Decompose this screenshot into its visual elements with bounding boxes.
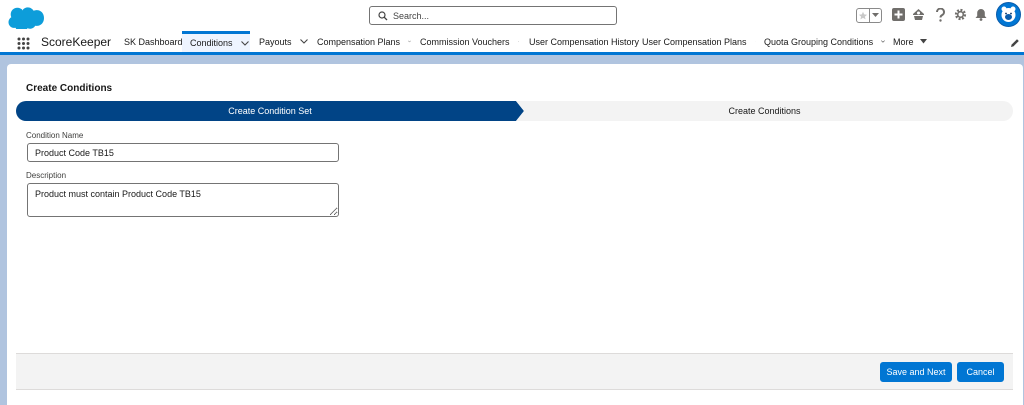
condition-name-label: Condition Name (26, 131, 84, 140)
nav-item-label: User Compensation History (529, 36, 640, 47)
nav-item-label: SK Dashboard (124, 36, 183, 47)
chevron-down-icon[interactable] (240, 40, 249, 46)
global-header (0, 0, 1024, 31)
favorites-button-group (856, 8, 882, 23)
nav-item-commission-vouchers[interactable]: Commission Vouchers (411, 31, 519, 52)
add-icon[interactable] (892, 8, 905, 21)
chevron-down-icon[interactable] (299, 39, 308, 44)
app-launcher-icon[interactable] (17, 37, 30, 50)
form-footer: Save and Next Cancel (16, 353, 1013, 390)
nav-item-payouts[interactable]: Payouts (250, 31, 308, 52)
nav-item-label: More (893, 36, 914, 47)
app-nav-bar: ScoreKeeper SK Dashboard Conditions Payo… (0, 31, 1024, 55)
condition-name-input[interactable] (27, 143, 339, 162)
path-step-label: Create Conditions (728, 106, 801, 116)
salesforce-logo[interactable] (8, 5, 44, 29)
create-conditions-card: Create Conditions Create Condition Set C… (7, 64, 1023, 405)
nav-item-conditions[interactable]: Conditions (182, 31, 250, 52)
path-step-label: Create Condition Set (228, 106, 312, 116)
global-search[interactable] (369, 6, 617, 25)
nav-item-label: Conditions (190, 38, 233, 48)
nav-item-user-compensation-plans[interactable]: User Compensation Plans (634, 31, 755, 52)
nav-item-compensation-plans[interactable]: Compensation Plans (308, 31, 411, 52)
star-icon[interactable] (857, 9, 871, 22)
nav-item-label: Quota Grouping Conditions (764, 36, 874, 47)
bell-icon[interactable] (974, 8, 987, 21)
chevron-down-icon[interactable] (870, 9, 881, 22)
path-step-create-condition-set[interactable]: Create Condition Set (16, 101, 524, 121)
search-input[interactable] (393, 10, 613, 21)
nav-item-user-compensation-history[interactable]: User Compensation History (519, 31, 639, 52)
progress-path: Create Condition Set Create Conditions (16, 101, 1013, 121)
nav-item-quota-grouping-conditions[interactable]: Quota Grouping Conditions (755, 31, 885, 52)
save-and-next-button[interactable]: Save and Next (880, 362, 952, 382)
cancel-button[interactable]: Cancel (957, 362, 1004, 382)
trailhead-icon[interactable] (912, 8, 925, 21)
gear-icon[interactable] (954, 8, 967, 21)
nav-item-label: Payouts (259, 36, 292, 47)
nav-item-label: User Compensation Plans (642, 36, 747, 47)
search-icon (378, 10, 388, 20)
caret-down-icon[interactable] (919, 39, 927, 44)
path-step-create-conditions[interactable]: Create Conditions (516, 101, 1013, 121)
avatar[interactable] (996, 2, 1021, 27)
page-title: Create Conditions (26, 83, 113, 94)
description-label: Description (26, 171, 67, 180)
nav-item-label: Commission Vouchers (420, 36, 510, 47)
nav-item-sk-dashboard[interactable]: SK Dashboard (114, 31, 183, 52)
help-icon[interactable] (934, 8, 947, 22)
nav-item-more[interactable]: More (885, 31, 935, 52)
nav-item-label: Compensation Plans (317, 36, 401, 47)
description-textarea[interactable]: Product must contain Product Code TB15 (27, 183, 339, 217)
pencil-icon[interactable] (1010, 38, 1020, 48)
app-name: ScoreKeeper (41, 35, 112, 49)
